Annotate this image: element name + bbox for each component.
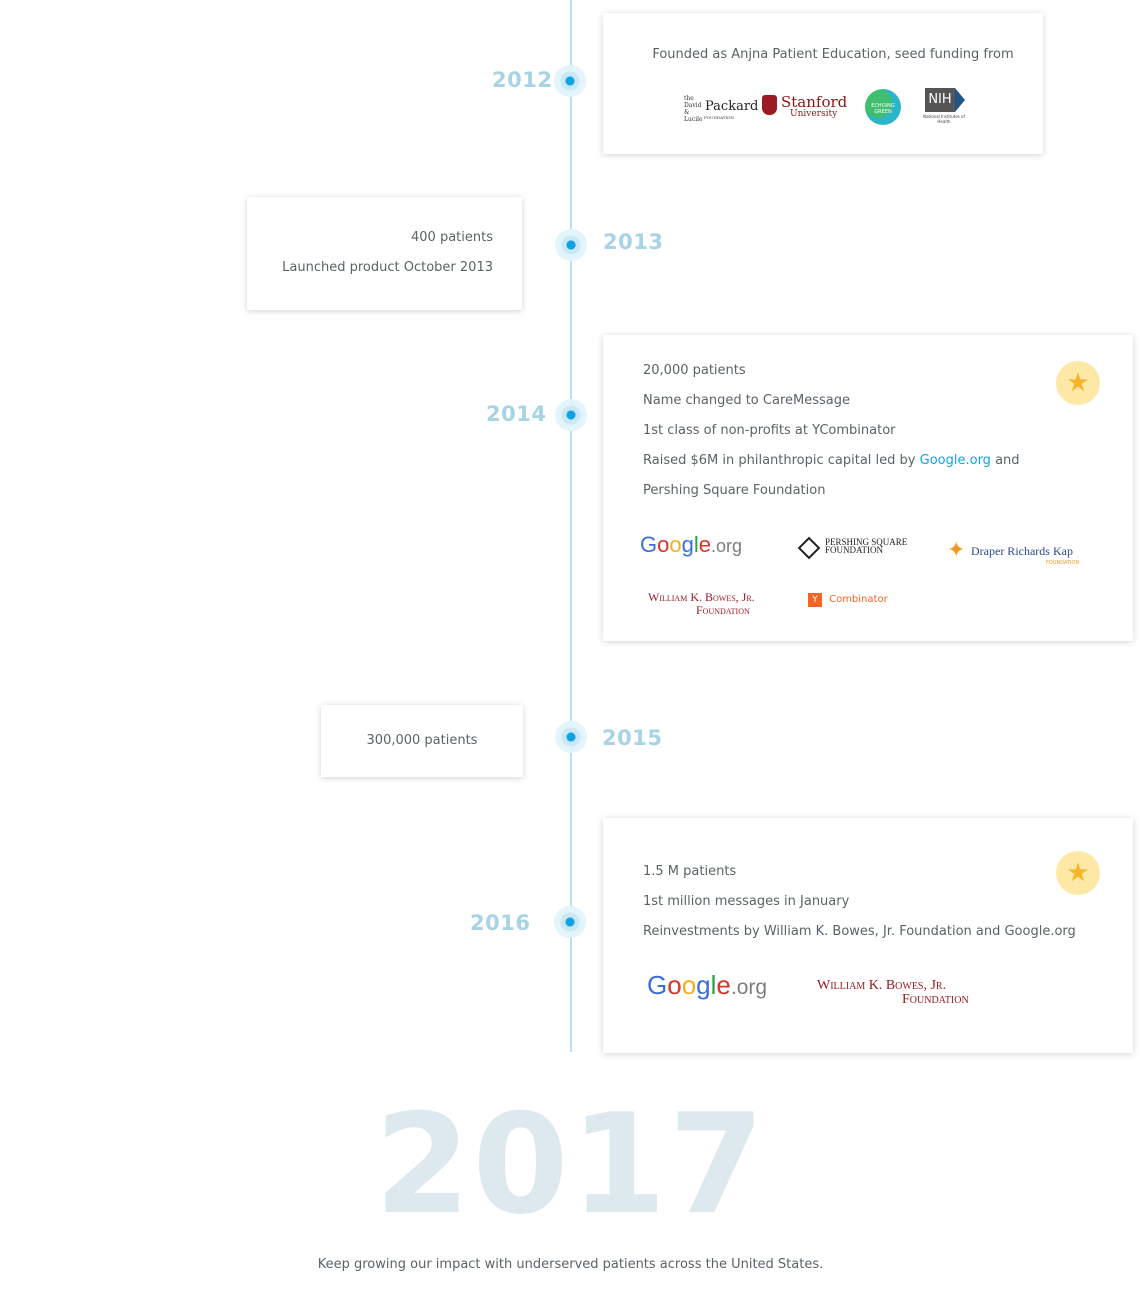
- card-2013-line-1: 400 patients: [411, 230, 493, 245]
- packard-foundation-text: FOUNDATION: [704, 115, 734, 120]
- bowes-foundation-logo[interactable]: William K. Bowes, Jr. Foundation: [817, 979, 969, 1007]
- pershing-diamond-icon: [797, 536, 821, 560]
- nih-mark: NIH: [925, 88, 955, 112]
- nih-chevron-icon: [955, 88, 965, 112]
- draper-name: Draper Richards Kap: [971, 544, 1073, 558]
- google-org-logo[interactable]: Google.org: [640, 532, 742, 558]
- timeline-line: [570, 0, 572, 1052]
- card-2014-line-2: Name changed to CareMessage: [643, 393, 850, 408]
- stanford-sub: University: [790, 109, 838, 119]
- y-combinator-logo[interactable]: Y Combinator: [808, 589, 888, 607]
- card-2013-line-2: Launched product October 2013: [282, 260, 493, 275]
- timeline-dot-2013: [555, 229, 587, 261]
- year-2013: 2013: [603, 230, 664, 254]
- card-2014-line-1: 20,000 patients: [643, 363, 746, 378]
- packard-name: Packard: [705, 99, 759, 114]
- stanford-tree-icon: [762, 95, 777, 115]
- star-icon: ★: [1056, 851, 1100, 895]
- timeline-dot-2016: [554, 906, 586, 938]
- packard-small-text: the David & Lucile: [684, 95, 703, 123]
- draper-sub: FOUNDATION: [1046, 560, 1080, 566]
- card-2014-line-3: 1st class of non-profits at YCombinator: [643, 423, 896, 438]
- raised-prefix: Raised $6M in philanthropic capital led …: [643, 453, 916, 468]
- card-2014-line-4: Raised $6M in philanthropic capital led …: [643, 446, 1020, 476]
- timeline-dot-2012: [554, 65, 586, 97]
- card-2012-text: Founded as Anjna Patient Education, seed…: [652, 47, 1014, 62]
- card-2015-text: 300,000 patients: [366, 733, 478, 748]
- year-2014: 2014: [486, 402, 547, 426]
- card-2015: 300,000 patients: [321, 705, 523, 777]
- timeline-dot-2015: [555, 721, 587, 753]
- star-icon: ★: [1056, 361, 1100, 405]
- google-org-suffix: .org: [711, 536, 743, 556]
- card-2016-line-2: 1st million messages in January: [643, 894, 850, 909]
- card-2014-line-5: Pershing Square Foundation: [643, 483, 826, 498]
- pershing-square-logo[interactable]: PERSHING SQUARE FOUNDATION: [797, 536, 924, 560]
- google-org-logo[interactable]: Google.org: [647, 970, 767, 1001]
- card-2016-line-3: Reinvestments by William K. Bowes, Jr. F…: [643, 924, 1076, 939]
- future-text: Keep growing our impact with underserved…: [317, 1257, 824, 1272]
- stanford-logo[interactable]: Stanford University: [762, 93, 847, 121]
- card-2013: 400 patients Launched product October 20…: [247, 197, 522, 310]
- echoing-green-text: ECHOING GREEN: [871, 103, 895, 115]
- yc-name: Combinator: [829, 594, 888, 605]
- draper-star-icon: ✦: [947, 538, 966, 563]
- bowes-line-2: Foundation: [902, 992, 969, 1007]
- nih-logo[interactable]: NIH National Institutes of Health: [921, 87, 969, 127]
- google-org-link[interactable]: Google.org: [920, 453, 991, 468]
- bowes-line-2: Foundation: [696, 603, 750, 617]
- pershing-line-2: FOUNDATION: [825, 545, 883, 555]
- raised-suffix: and: [995, 453, 1020, 468]
- draper-richards-logo[interactable]: ✦ Draper Richards Kap FOUNDATION: [947, 538, 1092, 570]
- timeline-dot-2014: [555, 399, 587, 431]
- year-2015: 2015: [602, 726, 663, 750]
- card-2014: ★ 20,000 patients Name changed to CareMe…: [603, 335, 1133, 641]
- future-year: 2017: [374, 1084, 767, 1245]
- google-org-suffix: .org: [730, 976, 768, 999]
- nih-sub: National Institutes of Health: [923, 114, 965, 124]
- packard-foundation-logo[interactable]: the David & Lucile Packard FOUNDATION: [684, 95, 758, 123]
- card-2016-line-1: 1.5 M patients: [643, 864, 737, 879]
- year-2012: 2012: [492, 68, 553, 92]
- year-2016: 2016: [470, 911, 531, 935]
- card-2012: Founded as Anjna Patient Education, seed…: [603, 13, 1043, 154]
- bowes-foundation-logo[interactable]: William K. Bowes, Jr. Foundation: [648, 591, 755, 617]
- bowes-line-1: William K. Bowes, Jr.: [817, 978, 947, 993]
- yc-mark: Y: [808, 592, 822, 607]
- echoing-green-logo[interactable]: ECHOING GREEN: [865, 89, 901, 125]
- card-2016: ★ 1.5 M patients 1st million messages in…: [603, 818, 1133, 1053]
